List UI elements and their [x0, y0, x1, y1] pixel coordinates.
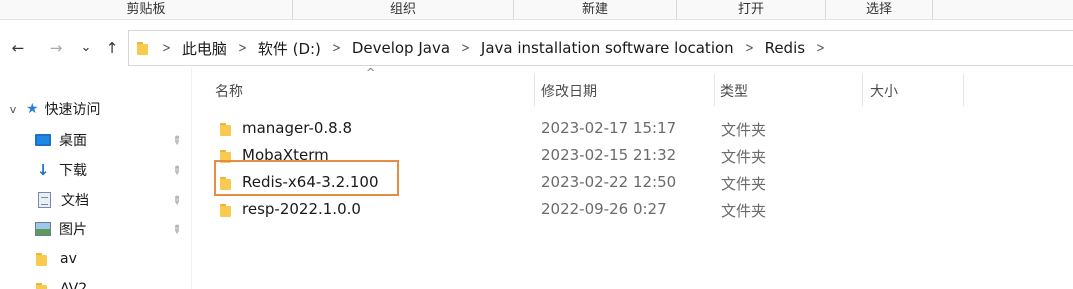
nav-item-label: 快速访问 [44, 102, 101, 118]
column-separator[interactable] [963, 74, 964, 106]
file-row[interactable]: resp-2022.1.0.0 2022-09-26 0:27 文件夹 [192, 196, 1073, 223]
nav-item-desktop[interactable]: 桌面 [35, 126, 87, 154]
folder-icon [220, 122, 234, 136]
file-row[interactable]: manager-0.8.8 2023-02-17 15:17 文件夹 [192, 115, 1073, 142]
ribbon-group-labels: 剪贴板 组织 新建 打开 选择 [0, 0, 1073, 20]
file-name: manager-0.8.8 [242, 119, 353, 137]
folder-icon [137, 41, 151, 55]
address-bar[interactable]: > 此电脑 > 软件 (D:) > Develop Java > Java in… [128, 30, 1073, 66]
ribbon-group-clipboard: 剪贴板 [126, 2, 166, 17]
nav-quick-access[interactable]: v ★ 快速访问 [0, 95, 101, 123]
nav-item-pictures[interactable]: 图片 [35, 215, 87, 243]
file-type: 文件夹 [721, 121, 767, 139]
nav-item-documents[interactable]: 文档 [35, 186, 89, 214]
file-type: 文件夹 [721, 202, 767, 220]
file-modified-date: 2023-02-17 15:17 [541, 119, 677, 137]
chevron-right-icon[interactable]: > [332, 41, 341, 56]
folder-icon [220, 203, 234, 217]
chevron-right-icon[interactable]: > [162, 41, 171, 56]
recent-locations-button[interactable]: ⌄ [76, 38, 96, 58]
ribbon-group-organize: 组织 [389, 2, 416, 17]
file-type: 文件夹 [721, 148, 767, 166]
breadcrumb: > 此电脑 > 软件 (D:) > Develop Java > Java in… [129, 31, 836, 65]
back-button[interactable]: ← [8, 38, 28, 58]
ribbon-group-open: 打开 [737, 2, 764, 17]
navigation-pane: v ★ 快速访问 桌面 ✎ ↓ 下载 ✎ 文档 ✎ 图片 ✎ av AV2 [0, 68, 192, 289]
column-header-type[interactable]: 类型 [720, 81, 748, 101]
nav-item-label: AV2 [60, 281, 88, 289]
sort-ascending-icon: ^ [366, 66, 376, 79]
pictures-icon [35, 222, 51, 236]
file-modified-date: 2022-09-26 0:27 [541, 200, 667, 218]
forward-button[interactable]: → [46, 38, 66, 58]
breadcrumb-drive-d[interactable]: 软件 (D:) [258, 38, 321, 59]
nav-item-downloads[interactable]: ↓ 下载 [35, 156, 87, 184]
nav-item-label: 文档 [61, 193, 89, 209]
column-separator[interactable] [534, 74, 535, 106]
folder-icon [36, 252, 50, 266]
pin-icon[interactable]: ✎ [169, 222, 185, 238]
file-name: resp-2022.1.0.0 [242, 200, 361, 218]
nav-item-av2[interactable]: AV2 [36, 275, 87, 289]
ribbon-separator [932, 0, 933, 19]
pin-icon[interactable]: ✎ [169, 193, 185, 209]
breadcrumb-this-pc[interactable]: 此电脑 [182, 38, 227, 59]
chevron-down-icon[interactable]: v [0, 103, 26, 116]
chevron-right-icon[interactable]: > [745, 41, 754, 56]
nav-item-label: 图片 [59, 222, 87, 238]
download-icon: ↓ [36, 161, 50, 179]
file-type: 文件夹 [721, 175, 767, 193]
column-header-modified[interactable]: 修改日期 [541, 81, 597, 101]
nav-item-label: av [60, 251, 77, 267]
pin-icon[interactable]: ✎ [169, 163, 185, 179]
chevron-right-icon[interactable]: > [816, 41, 825, 56]
pin-icon[interactable]: ✎ [169, 133, 185, 149]
breadcrumb-java-install-location[interactable]: Java installation software location [481, 39, 734, 57]
column-separator[interactable] [714, 74, 715, 106]
document-icon [38, 192, 51, 208]
column-separator[interactable] [862, 74, 863, 106]
nav-item-label: 下载 [59, 163, 87, 179]
ribbon-group-select: 选择 [865, 2, 892, 17]
highlight-box [214, 160, 399, 196]
file-modified-date: 2023-02-15 21:32 [541, 146, 677, 164]
chevron-right-icon[interactable]: > [238, 41, 247, 56]
nav-item-label: 桌面 [59, 133, 87, 149]
column-header-name[interactable]: 名称 [215, 81, 243, 101]
breadcrumb-redis[interactable]: Redis [765, 39, 805, 57]
star-icon: ★ [26, 101, 39, 117]
column-header-row: ^ 名称 修改日期 类型 大小 [192, 66, 1073, 106]
up-button[interactable]: ↑ [102, 38, 122, 58]
breadcrumb-develop-java[interactable]: Develop Java [352, 39, 450, 57]
file-modified-date: 2023-02-22 12:50 [541, 173, 677, 191]
nav-item-av[interactable]: av [36, 245, 77, 273]
chevron-right-icon[interactable]: > [461, 41, 470, 56]
ribbon-group-new: 新建 [581, 2, 608, 17]
folder-icon [36, 282, 50, 289]
column-header-size[interactable]: 大小 [870, 81, 898, 101]
desktop-icon [35, 134, 51, 146]
